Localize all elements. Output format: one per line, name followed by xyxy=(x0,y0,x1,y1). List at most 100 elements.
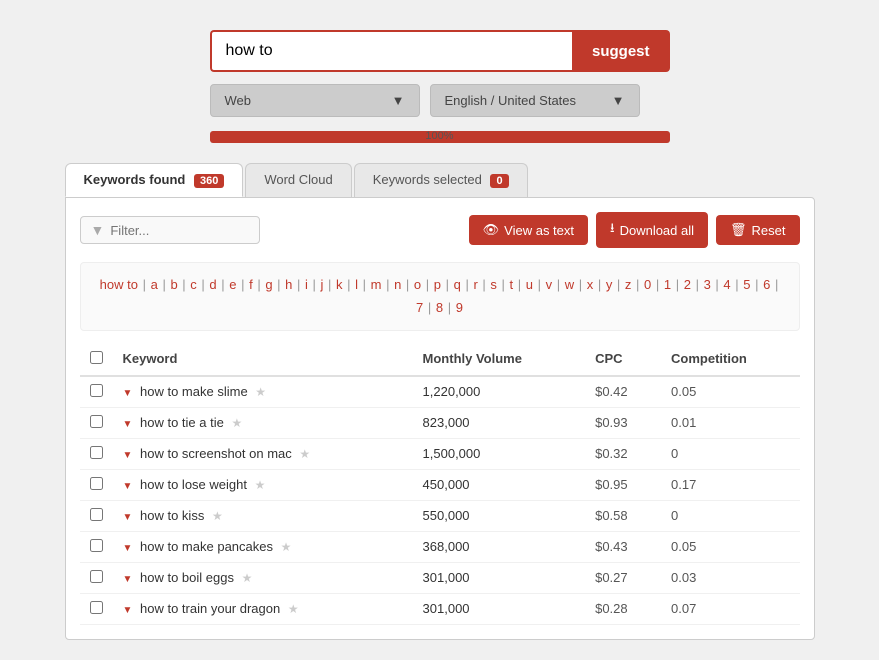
alpha-x[interactable]: x xyxy=(587,277,594,292)
alpha-keyword-link[interactable]: how to xyxy=(100,277,138,292)
expand-arrow-icon[interactable]: ▼ xyxy=(123,388,133,399)
alpha-7[interactable]: 7 xyxy=(416,300,423,315)
alpha-v[interactable]: v xyxy=(546,277,553,292)
alpha-0[interactable]: 0 xyxy=(644,277,651,292)
row-volume-4: 550,000 xyxy=(413,500,586,531)
alpha-i[interactable]: i xyxy=(305,277,308,292)
row-competition-5: 0.05 xyxy=(661,531,799,562)
alpha-g[interactable]: g xyxy=(265,277,272,292)
reset-button[interactable]: 🗑 Reset xyxy=(716,215,799,245)
tab-keywords-selected[interactable]: Keywords selected 0 xyxy=(354,163,528,197)
alpha-8[interactable]: 8 xyxy=(436,300,443,315)
reset-icon: 🗑 xyxy=(730,222,747,238)
alpha-3[interactable]: 3 xyxy=(704,277,711,292)
row-keyword-5: ▼ how to make pancakes ★ xyxy=(113,531,413,562)
star-icon[interactable]: ★ xyxy=(242,571,253,585)
table-row: ▼ how to boil eggs ★ 301,000 $0.27 0.03 xyxy=(80,562,800,593)
tab-badge-keywords-found: 360 xyxy=(194,174,224,188)
expand-arrow-icon[interactable]: ▼ xyxy=(123,605,133,616)
language-dropdown[interactable]: English / United States ▼ xyxy=(430,84,640,117)
tab-content: ▼ 👁 View as text ⭳ Download all 🗑 Reset xyxy=(65,197,815,640)
alpha-9[interactable]: 9 xyxy=(456,300,463,315)
expand-arrow-icon[interactable]: ▼ xyxy=(123,481,133,492)
toolbar: ▼ 👁 View as text ⭳ Download all 🗑 Reset xyxy=(80,212,800,248)
expand-arrow-icon[interactable]: ▼ xyxy=(123,450,133,461)
tab-keywords-found[interactable]: Keywords found 360 xyxy=(65,163,244,197)
row-checkbox-5[interactable] xyxy=(90,539,103,552)
alpha-k[interactable]: k xyxy=(336,277,343,292)
alpha-4[interactable]: 4 xyxy=(723,277,730,292)
row-checkbox-2[interactable] xyxy=(90,446,103,459)
alpha-w[interactable]: w xyxy=(565,277,574,292)
alpha-6[interactable]: 6 xyxy=(763,277,770,292)
expand-arrow-icon[interactable]: ▼ xyxy=(123,574,133,585)
alpha-5[interactable]: 5 xyxy=(743,277,750,292)
alpha-p[interactable]: p xyxy=(434,277,441,292)
search-input[interactable] xyxy=(210,30,572,72)
alpha-y[interactable]: y xyxy=(606,277,613,292)
alpha-2[interactable]: 2 xyxy=(684,277,691,292)
progress-label: 100% xyxy=(210,130,670,142)
row-checkbox-3[interactable] xyxy=(90,477,103,490)
alpha-l[interactable]: l xyxy=(355,277,358,292)
filter-input[interactable] xyxy=(110,223,230,238)
row-checkbox-cell xyxy=(80,469,113,500)
alpha-q[interactable]: q xyxy=(454,277,461,292)
tabs-header: Keywords found 360 Word Cloud Keywords s… xyxy=(65,163,815,197)
star-icon[interactable]: ★ xyxy=(281,540,292,554)
suggest-button[interactable]: suggest xyxy=(572,30,670,72)
star-icon[interactable]: ★ xyxy=(255,478,266,492)
alpha-n[interactable]: n xyxy=(394,277,401,292)
alpha-t[interactable]: t xyxy=(510,277,514,292)
alpha-1[interactable]: 1 xyxy=(664,277,671,292)
alpha-c[interactable]: c xyxy=(190,277,197,292)
alpha-d[interactable]: d xyxy=(209,277,216,292)
alpha-j[interactable]: j xyxy=(321,277,324,292)
view-as-text-button[interactable]: 👁 View as text xyxy=(469,215,588,245)
star-icon[interactable]: ★ xyxy=(288,602,299,616)
row-volume-1: 823,000 xyxy=(413,407,586,438)
alpha-r[interactable]: r xyxy=(473,277,477,292)
row-keyword-1: ▼ how to tie a tie ★ xyxy=(113,407,413,438)
row-keyword-4: ▼ how to kiss ★ xyxy=(113,500,413,531)
expand-arrow-icon[interactable]: ▼ xyxy=(123,543,133,554)
alpha-h[interactable]: h xyxy=(285,277,292,292)
alpha-s[interactable]: s xyxy=(490,277,497,292)
filter-box: ▼ xyxy=(80,216,260,244)
alpha-nav: how to | a | b | c | d | e | f | g | h |… xyxy=(80,262,800,331)
download-all-button[interactable]: ⭳ Download all xyxy=(596,212,708,248)
row-checkbox-1[interactable] xyxy=(90,415,103,428)
table-row: ▼ how to train your dragon ★ 301,000 $0.… xyxy=(80,593,800,624)
select-all-checkbox[interactable] xyxy=(90,351,103,364)
tab-word-cloud[interactable]: Word Cloud xyxy=(245,163,351,197)
alpha-e[interactable]: e xyxy=(229,277,236,292)
keywords-table: Keyword Monthly Volume CPC Competition ▼… xyxy=(80,343,800,625)
alpha-f[interactable]: f xyxy=(249,277,253,292)
star-icon[interactable]: ★ xyxy=(299,447,310,461)
row-checkbox-7[interactable] xyxy=(90,601,103,614)
expand-arrow-icon[interactable]: ▼ xyxy=(123,419,133,430)
alpha-o[interactable]: o xyxy=(414,277,421,292)
row-checkbox-6[interactable] xyxy=(90,570,103,583)
star-icon[interactable]: ★ xyxy=(231,416,242,430)
row-cpc-4: $0.58 xyxy=(585,500,661,531)
web-dropdown[interactable]: Web ▼ xyxy=(210,84,420,117)
alpha-z[interactable]: z xyxy=(625,277,632,292)
alpha-a[interactable]: a xyxy=(151,277,158,292)
row-checkbox-4[interactable] xyxy=(90,508,103,521)
col-keyword: Keyword xyxy=(113,343,413,376)
alpha-b[interactable]: b xyxy=(170,277,177,292)
row-checkbox-0[interactable] xyxy=(90,384,103,397)
row-cpc-3: $0.95 xyxy=(585,469,661,500)
row-keyword-2: ▼ how to screenshot on mac ★ xyxy=(113,438,413,469)
row-competition-0: 0.05 xyxy=(661,376,799,408)
star-icon[interactable]: ★ xyxy=(255,385,266,399)
row-keyword-7: ▼ how to train your dragon ★ xyxy=(113,593,413,624)
row-competition-7: 0.07 xyxy=(661,593,799,624)
expand-arrow-icon[interactable]: ▼ xyxy=(123,512,133,523)
alpha-u[interactable]: u xyxy=(526,277,533,292)
eye-icon: 👁 xyxy=(483,222,500,238)
row-cpc-6: $0.27 xyxy=(585,562,661,593)
alpha-m[interactable]: m xyxy=(371,277,382,292)
star-icon[interactable]: ★ xyxy=(212,509,223,523)
